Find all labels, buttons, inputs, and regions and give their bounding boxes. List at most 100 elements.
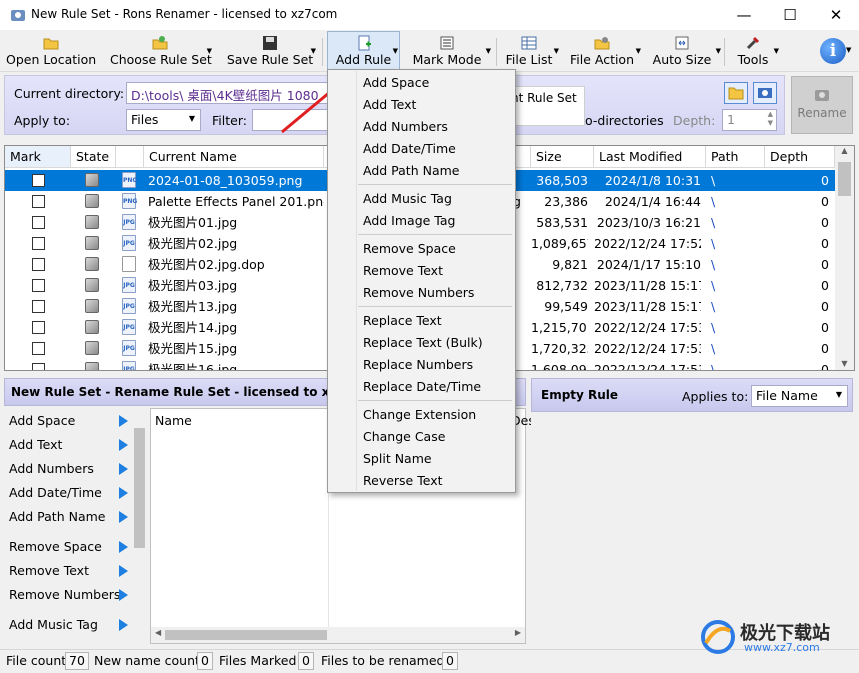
- files-to-rename-value: 0: [442, 652, 458, 670]
- column-header-state[interactable]: State: [71, 146, 116, 168]
- menu-item[interactable]: Add Text: [328, 94, 515, 116]
- mark-checkbox[interactable]: [32, 279, 45, 292]
- last-modified-cell: 2022/12/24 17:53: [594, 341, 701, 356]
- open-location-button[interactable]: Open Location: [6, 32, 96, 70]
- menu-item[interactable]: Reverse Text: [328, 470, 515, 492]
- save-rule-set-button[interactable]: Save Rule Set ▼: [226, 32, 316, 70]
- jpg-file-icon: JPG: [122, 277, 136, 293]
- expand-arrow-icon[interactable]: [119, 619, 128, 631]
- new-name-count-value: 0: [197, 652, 213, 670]
- mark-checkbox[interactable]: [32, 363, 45, 370]
- menu-item[interactable]: Change Case: [328, 426, 515, 448]
- file-name-cell: 极光图片14.jpg: [148, 320, 238, 335]
- menu-item[interactable]: Add Path Name: [328, 160, 515, 182]
- menu-separator: [358, 234, 512, 235]
- column-header-mark[interactable]: Mark: [5, 146, 71, 168]
- mark-mode-button[interactable]: Mark Mode ▼: [405, 32, 491, 70]
- menu-item[interactable]: Replace Numbers: [328, 354, 515, 376]
- column-header-current-name[interactable]: Current Name: [144, 146, 324, 168]
- menu-item[interactable]: Add Numbers: [328, 116, 515, 138]
- rule-palette-item[interactable]: Add Path Name: [9, 506, 105, 528]
- rename-button[interactable]: Rename: [791, 76, 853, 134]
- chevron-down-icon[interactable]: ▼: [311, 47, 316, 55]
- chevron-down-icon[interactable]: ▼: [393, 47, 398, 55]
- mark-checkbox[interactable]: [32, 174, 45, 187]
- mark-checkbox[interactable]: [32, 342, 45, 355]
- rule-palette-item[interactable]: Add Date/Time: [9, 482, 102, 504]
- menu-item[interactable]: Remove Numbers: [328, 282, 515, 304]
- expand-arrow-icon[interactable]: [119, 565, 128, 577]
- column-header-size[interactable]: Size: [531, 146, 594, 168]
- menu-item[interactable]: Remove Space: [328, 238, 515, 260]
- minimize-button[interactable]: —: [721, 0, 767, 30]
- mark-checkbox[interactable]: [32, 258, 45, 271]
- horizontal-scrollbar[interactable]: ◀ ▶: [151, 627, 525, 643]
- mark-checkbox[interactable]: [32, 321, 45, 334]
- chevron-down-icon[interactable]: ▼: [636, 47, 641, 55]
- column-header-last-modified[interactable]: Last Modified: [594, 146, 706, 168]
- close-button[interactable]: ✕: [813, 0, 859, 30]
- rule-palette-item[interactable]: Add Numbers: [9, 458, 94, 480]
- rule-palette-item[interactable]: Add Text: [9, 434, 62, 456]
- menu-item[interactable]: Replace Date/Time: [328, 376, 515, 398]
- expand-arrow-icon[interactable]: [119, 439, 128, 451]
- chevron-down-icon[interactable]: ▼: [774, 47, 779, 55]
- folder-icon: [728, 87, 744, 100]
- applies-to-select[interactable]: File Name ▼: [751, 385, 848, 407]
- choose-rule-set-button[interactable]: Choose Rule Set ▼: [110, 32, 212, 70]
- file-action-button[interactable]: File Action ▼: [565, 32, 641, 70]
- menu-item[interactable]: Remove Text: [328, 260, 515, 282]
- menu-item[interactable]: Replace Text (Bulk): [328, 332, 515, 354]
- mark-checkbox[interactable]: [32, 237, 45, 250]
- state-icon: [85, 341, 99, 355]
- apply-to-select[interactable]: Files ▼: [126, 109, 201, 131]
- chevron-down-icon[interactable]: ▼: [846, 46, 851, 54]
- menu-item[interactable]: Add Music Tag: [328, 188, 515, 210]
- info-icon[interactable]: i: [820, 38, 846, 64]
- menu-item[interactable]: Add Image Tag: [328, 210, 515, 232]
- rule-palette-item[interactable]: Remove Space: [9, 536, 102, 558]
- expand-arrow-icon[interactable]: [119, 541, 128, 553]
- mark-checkbox[interactable]: [32, 300, 45, 313]
- chevron-down-icon[interactable]: ▼: [554, 47, 559, 55]
- chevron-down-icon[interactable]: ▼: [486, 47, 491, 55]
- menu-item[interactable]: Change Extension: [328, 404, 515, 426]
- column-header-depth[interactable]: Depth: [765, 146, 835, 168]
- png-file-icon: PNG: [122, 172, 137, 188]
- rule-palette-scrollbar[interactable]: [132, 408, 147, 644]
- expand-arrow-icon[interactable]: [119, 511, 128, 523]
- title-bar: New Rule Set - Rons Renamer - licensed t…: [0, 0, 859, 30]
- size-cell: 368,503: [536, 173, 588, 188]
- mark-checkbox[interactable]: [32, 195, 45, 208]
- chevron-down-icon[interactable]: ▼: [716, 47, 721, 55]
- expand-arrow-icon[interactable]: [119, 463, 128, 475]
- refresh-folder-button[interactable]: [753, 82, 777, 104]
- rule-palette-item[interactable]: Add Music Tag: [9, 614, 98, 636]
- file-name-cell: 2024-01-08_103059.png: [148, 173, 303, 188]
- expand-arrow-icon[interactable]: [119, 415, 128, 427]
- last-modified-cell: 2023/11/28 15:17: [594, 278, 701, 293]
- chevron-down-icon[interactable]: ▼: [207, 47, 212, 55]
- tools-button[interactable]: Tools ▼: [729, 32, 779, 70]
- depth-stepper[interactable]: 1 ▲ ▼: [722, 109, 777, 131]
- mark-checkbox[interactable]: [32, 216, 45, 229]
- menu-item[interactable]: Add Date/Time: [328, 138, 515, 160]
- maximize-button[interactable]: ☐: [767, 0, 813, 30]
- menu-item[interactable]: Replace Text: [328, 310, 515, 332]
- expand-arrow-icon[interactable]: [119, 487, 128, 499]
- browse-folder-button[interactable]: [724, 82, 748, 104]
- add-rule-button[interactable]: Add Rule ▼: [327, 31, 400, 71]
- expand-arrow-icon[interactable]: [119, 589, 128, 601]
- depth-cell: 0: [821, 257, 829, 272]
- rule-palette: Add Space Add Text Add Numbers Add Date/Tim…: [4, 408, 147, 644]
- vertical-scrollbar[interactable]: ▲ ▼: [835, 146, 854, 370]
- menu-item[interactable]: Add Space: [328, 72, 515, 94]
- column-header-path[interactable]: Path: [706, 146, 765, 168]
- menu-item[interactable]: Split Name: [328, 448, 515, 470]
- rule-palette-item[interactable]: Remove Numbers: [9, 584, 120, 606]
- rule-palette-item[interactable]: Add Space: [9, 410, 75, 432]
- rule-list-name-header[interactable]: Name: [155, 413, 192, 428]
- file-list-button[interactable]: File List ▼: [501, 32, 559, 70]
- auto-size-button[interactable]: Auto Size ▼: [645, 32, 721, 70]
- rule-palette-item[interactable]: Remove Text: [9, 560, 89, 582]
